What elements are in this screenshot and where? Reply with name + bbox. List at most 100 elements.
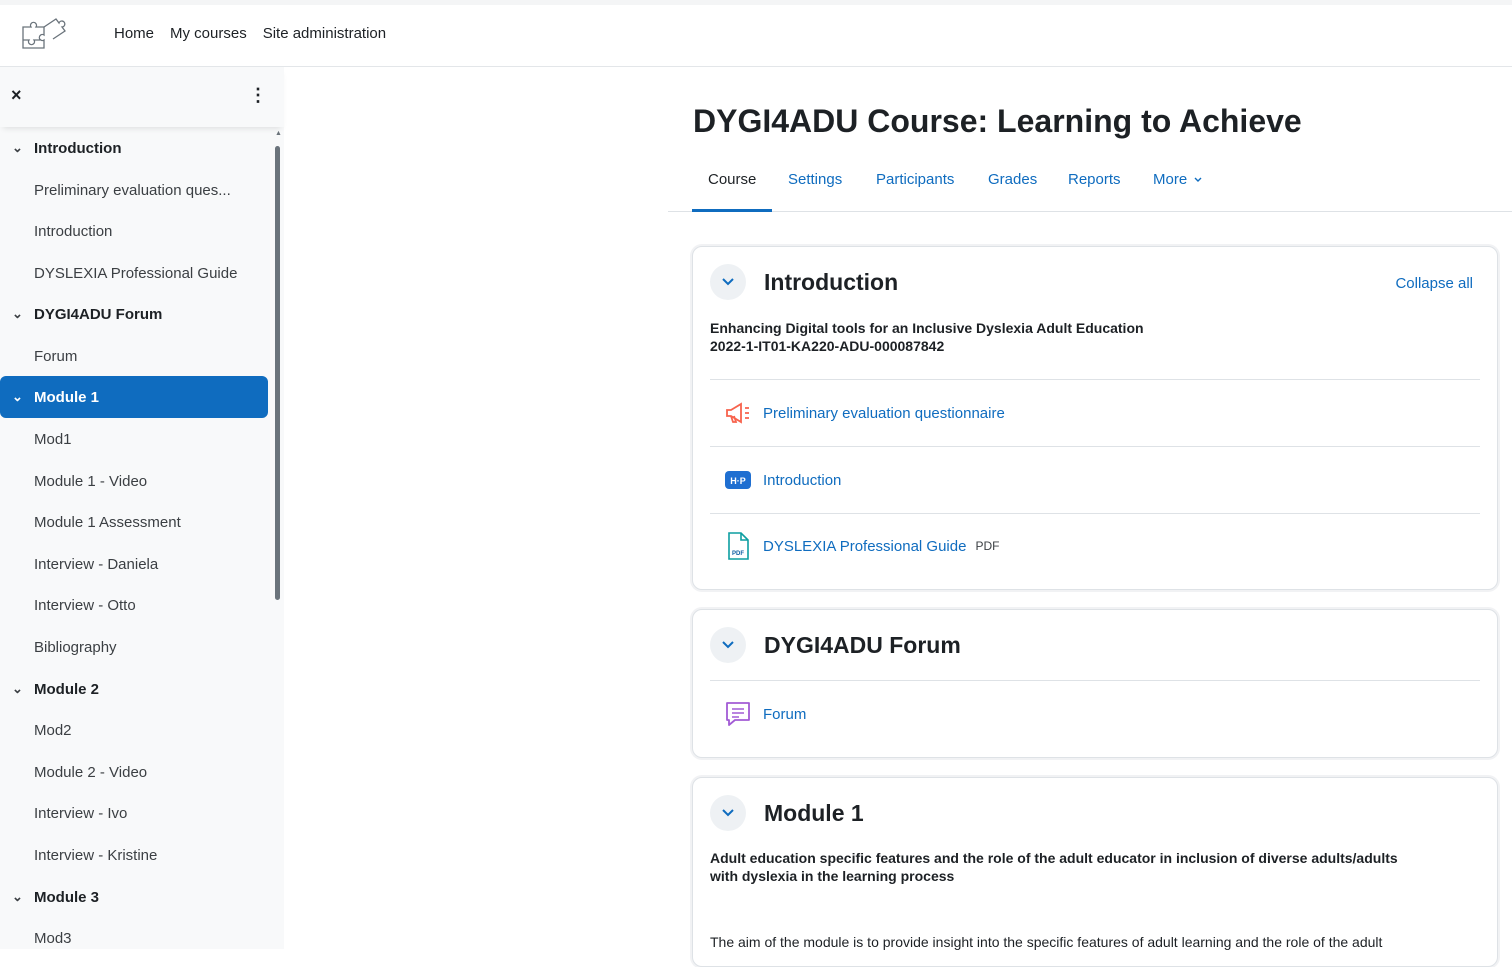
collapse-all-link[interactable]: Collapse all <box>1395 275 1473 292</box>
section-card-introduction: Introduction Collapse all Enhancing Digi… <box>692 246 1498 590</box>
course-index-item-label: Interview - Otto <box>34 596 136 614</box>
chevron-down-icon <box>722 809 734 817</box>
summary-line: 2022-1-IT01-KA220-ADU-000087842 <box>710 338 945 354</box>
divider <box>710 513 1480 514</box>
course-index-item[interactable]: Forum <box>0 335 268 377</box>
course-index-item-label: Module 1 - Video <box>34 472 148 490</box>
tab-settings[interactable]: Settings <box>788 171 842 188</box>
divider <box>710 446 1480 447</box>
activity-preliminary-evaluation: Preliminary evaluation questionnaire <box>723 398 1005 428</box>
chevron-down-icon <box>722 641 734 649</box>
drawer-scrollbar[interactable] <box>275 146 280 600</box>
activity-link[interactable]: Preliminary evaluation questionnaire <box>763 405 1005 422</box>
activity-forum: Forum <box>723 699 806 729</box>
activity-introduction-h5p: H·P Introduction <box>723 465 841 495</box>
course-index-item-label: DYSLEXIA Professional Guide <box>34 264 238 282</box>
site-logo-icon[interactable] <box>18 13 68 55</box>
course-index-item[interactable]: Interview - Ivo <box>0 792 268 834</box>
section-card-forum: DYGI4ADU Forum Forum <box>692 609 1498 758</box>
file-type-badge: PDF <box>975 539 1000 553</box>
course-index-item[interactable]: Module 1 - Video <box>0 460 268 502</box>
section-collapse-toggle[interactable] <box>710 627 746 663</box>
tab-course[interactable]: Course <box>708 171 756 188</box>
section-description: The aim of the module is to provide insi… <box>710 934 1383 950</box>
course-index-item[interactable]: DYSLEXIA Professional Guide <box>0 252 268 294</box>
drawer-menu-icon[interactable]: ⋮ <box>249 85 267 106</box>
course-index-item[interactable]: Introduction <box>0 210 268 252</box>
course-index-item[interactable]: Bibliography <box>0 626 268 668</box>
forum-icon <box>723 699 753 729</box>
chevron-down-icon[interactable]: ⌄ <box>12 889 28 905</box>
course-index-item-label: Module 1 Assessment <box>34 513 181 531</box>
activity-link[interactable]: Introduction <box>763 472 841 489</box>
chevron-down-icon[interactable]: ⌄ <box>12 681 28 697</box>
course-index-section-label: Module 2 <box>34 680 100 698</box>
close-drawer-icon[interactable]: × <box>11 85 22 106</box>
active-tab-indicator <box>692 209 772 212</box>
course-index-section-label: Module 1 <box>34 388 100 406</box>
chevron-down-icon <box>1194 177 1202 182</box>
course-index-section-forum[interactable]: ⌄ DYGI4ADU Forum <box>0 293 268 335</box>
tab-grades[interactable]: Grades <box>988 171 1037 188</box>
main-content: DYGI4ADU Course: Learning to Achieve Cou… <box>284 67 1512 967</box>
course-index-item-label: Preliminary evaluation ques... <box>34 181 231 199</box>
chevron-down-icon[interactable]: ⌄ <box>12 389 28 405</box>
top-edge <box>0 0 1512 5</box>
course-index-drawer: × ⋮ ⌄ Introduction Preliminary evaluatio… <box>0 67 284 949</box>
nav-site-administration-link[interactable]: Site administration <box>263 25 386 42</box>
course-index-section-module-1[interactable]: ⌄ Module 1 <box>0 376 268 418</box>
pdf-file-icon: PDF <box>723 531 753 561</box>
course-index-item[interactable]: Mod1 <box>0 418 268 460</box>
course-index-item[interactable]: Interview - Otto <box>0 584 268 626</box>
h5p-icon: H·P <box>723 465 753 495</box>
section-collapse-toggle[interactable] <box>710 795 746 831</box>
divider <box>710 379 1480 380</box>
nav-my-courses-link[interactable]: My courses <box>170 25 247 42</box>
course-index-item-label: Module 2 - Video <box>34 763 148 781</box>
summary-line: with dyslexia in the learning process <box>710 868 955 884</box>
activity-dyslexia-guide: PDF DYSLEXIA Professional Guide PDF <box>723 531 999 561</box>
section-summary: Adult education specific features and th… <box>710 849 1398 885</box>
tab-more-label: More <box>1153 171 1188 188</box>
course-index-section-introduction[interactable]: ⌄ Introduction <box>0 127 268 169</box>
tab-more[interactable]: More <box>1153 171 1203 188</box>
course-index-item-label: Mod3 <box>34 929 72 947</box>
section-card-module-1: Module 1 Adult education specific featur… <box>692 777 1498 967</box>
course-index-item[interactable]: Preliminary evaluation ques... <box>0 169 268 211</box>
chevron-down-icon <box>722 278 734 286</box>
course-index-item-label: Mod1 <box>34 430 72 448</box>
activity-link[interactable]: Forum <box>763 706 806 723</box>
course-index-item[interactable]: Module 1 Assessment <box>0 501 268 543</box>
primary-navigation: Home My courses Site administration <box>114 25 386 42</box>
svg-text:PDF: PDF <box>732 551 744 557</box>
summary-line: Enhancing Digital tools for an Inclusive… <box>710 320 1144 336</box>
nav-home-link[interactable]: Home <box>114 25 154 42</box>
course-index-item[interactable]: Module 2 - Video <box>0 751 268 793</box>
course-index-section-label: DYGI4ADU Forum <box>34 305 163 323</box>
tab-reports[interactable]: Reports <box>1068 171 1121 188</box>
top-navbar: Home My courses Site administration <box>0 0 1512 67</box>
course-index-item-label: Mod2 <box>34 721 72 739</box>
course-index-item-label: Introduction <box>34 222 113 240</box>
course-index-item[interactable]: Interview - Kristine <box>0 834 268 876</box>
feedback-megaphone-icon <box>723 398 753 428</box>
activity-link[interactable]: DYSLEXIA Professional Guide <box>763 538 966 555</box>
course-index-section-module-3[interactable]: ⌄ Module 3 <box>0 876 268 918</box>
page-title: DYGI4ADU Course: Learning to Achieve <box>693 103 1302 139</box>
course-index-section-module-2[interactable]: ⌄ Module 2 <box>0 668 268 710</box>
drawer-header: × ⋮ <box>0 67 284 127</box>
course-index-section-label: Module 3 <box>34 888 100 906</box>
scroll-up-arrow-icon[interactable]: ▲ <box>275 130 282 137</box>
chevron-down-icon[interactable]: ⌄ <box>12 140 28 156</box>
section-title: Introduction <box>764 269 899 295</box>
course-index-section-label: Introduction <box>34 139 122 157</box>
section-collapse-toggle[interactable] <box>710 264 746 300</box>
course-index-item[interactable]: Mod2 <box>0 709 268 751</box>
course-index-item[interactable]: Interview - Daniela <box>0 543 268 585</box>
course-index-item-label: Bibliography <box>34 638 117 656</box>
tab-participants[interactable]: Participants <box>876 171 954 188</box>
course-index-list: ⌄ Introduction Preliminary evaluation qu… <box>0 127 284 949</box>
course-index-item[interactable]: Mod3 <box>0 917 268 949</box>
section-title: DYGI4ADU Forum <box>764 632 961 658</box>
chevron-down-icon[interactable]: ⌄ <box>12 306 28 322</box>
